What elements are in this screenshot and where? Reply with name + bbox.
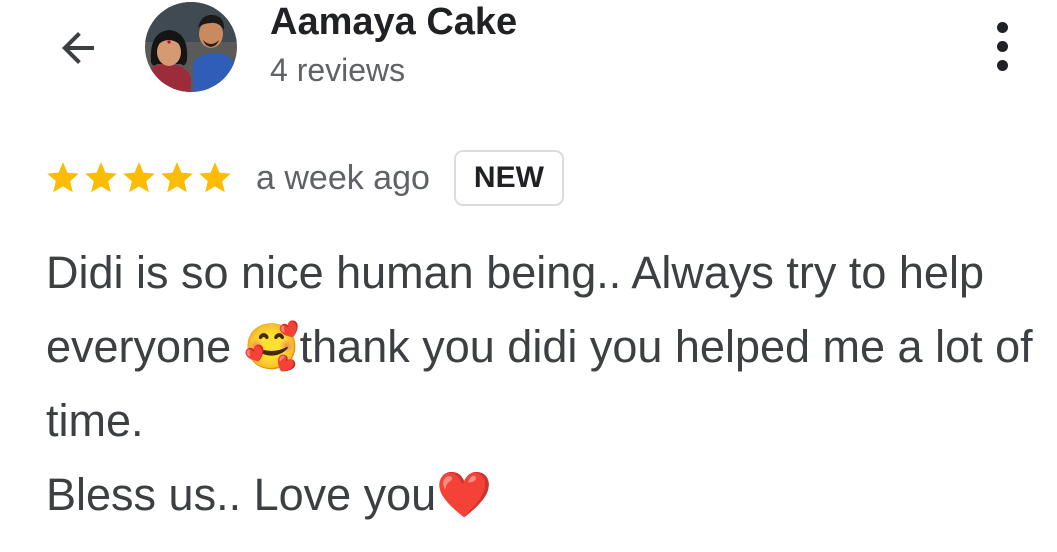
star-icon: [199, 162, 231, 193]
review-time: a week ago: [256, 158, 430, 197]
arrow-left-icon: [62, 32, 94, 64]
star-icon: [85, 162, 117, 193]
star-icon: [47, 162, 79, 193]
review-text: Didi is so nice human being.. Always try…: [46, 247, 1033, 520]
new-badge: NEW: [453, 150, 564, 206]
avatar-photo: [145, 2, 237, 92]
avatar[interactable]: [145, 2, 237, 92]
review-count: 4 reviews: [270, 52, 406, 88]
reviewer-name[interactable]: Aamaya Cake: [270, 0, 517, 44]
more-options-button[interactable]: [978, 18, 1026, 74]
more-vert-icon-dot: [996, 59, 1008, 71]
star-rating: [44, 159, 234, 197]
more-vert-icon-dot: [996, 21, 1008, 33]
star-icon: [161, 162, 193, 193]
more-vert-icon-dot: [996, 40, 1008, 52]
rating-row: a week ago NEW: [44, 148, 564, 208]
star-icon: [123, 162, 155, 193]
back-button[interactable]: [50, 20, 106, 76]
